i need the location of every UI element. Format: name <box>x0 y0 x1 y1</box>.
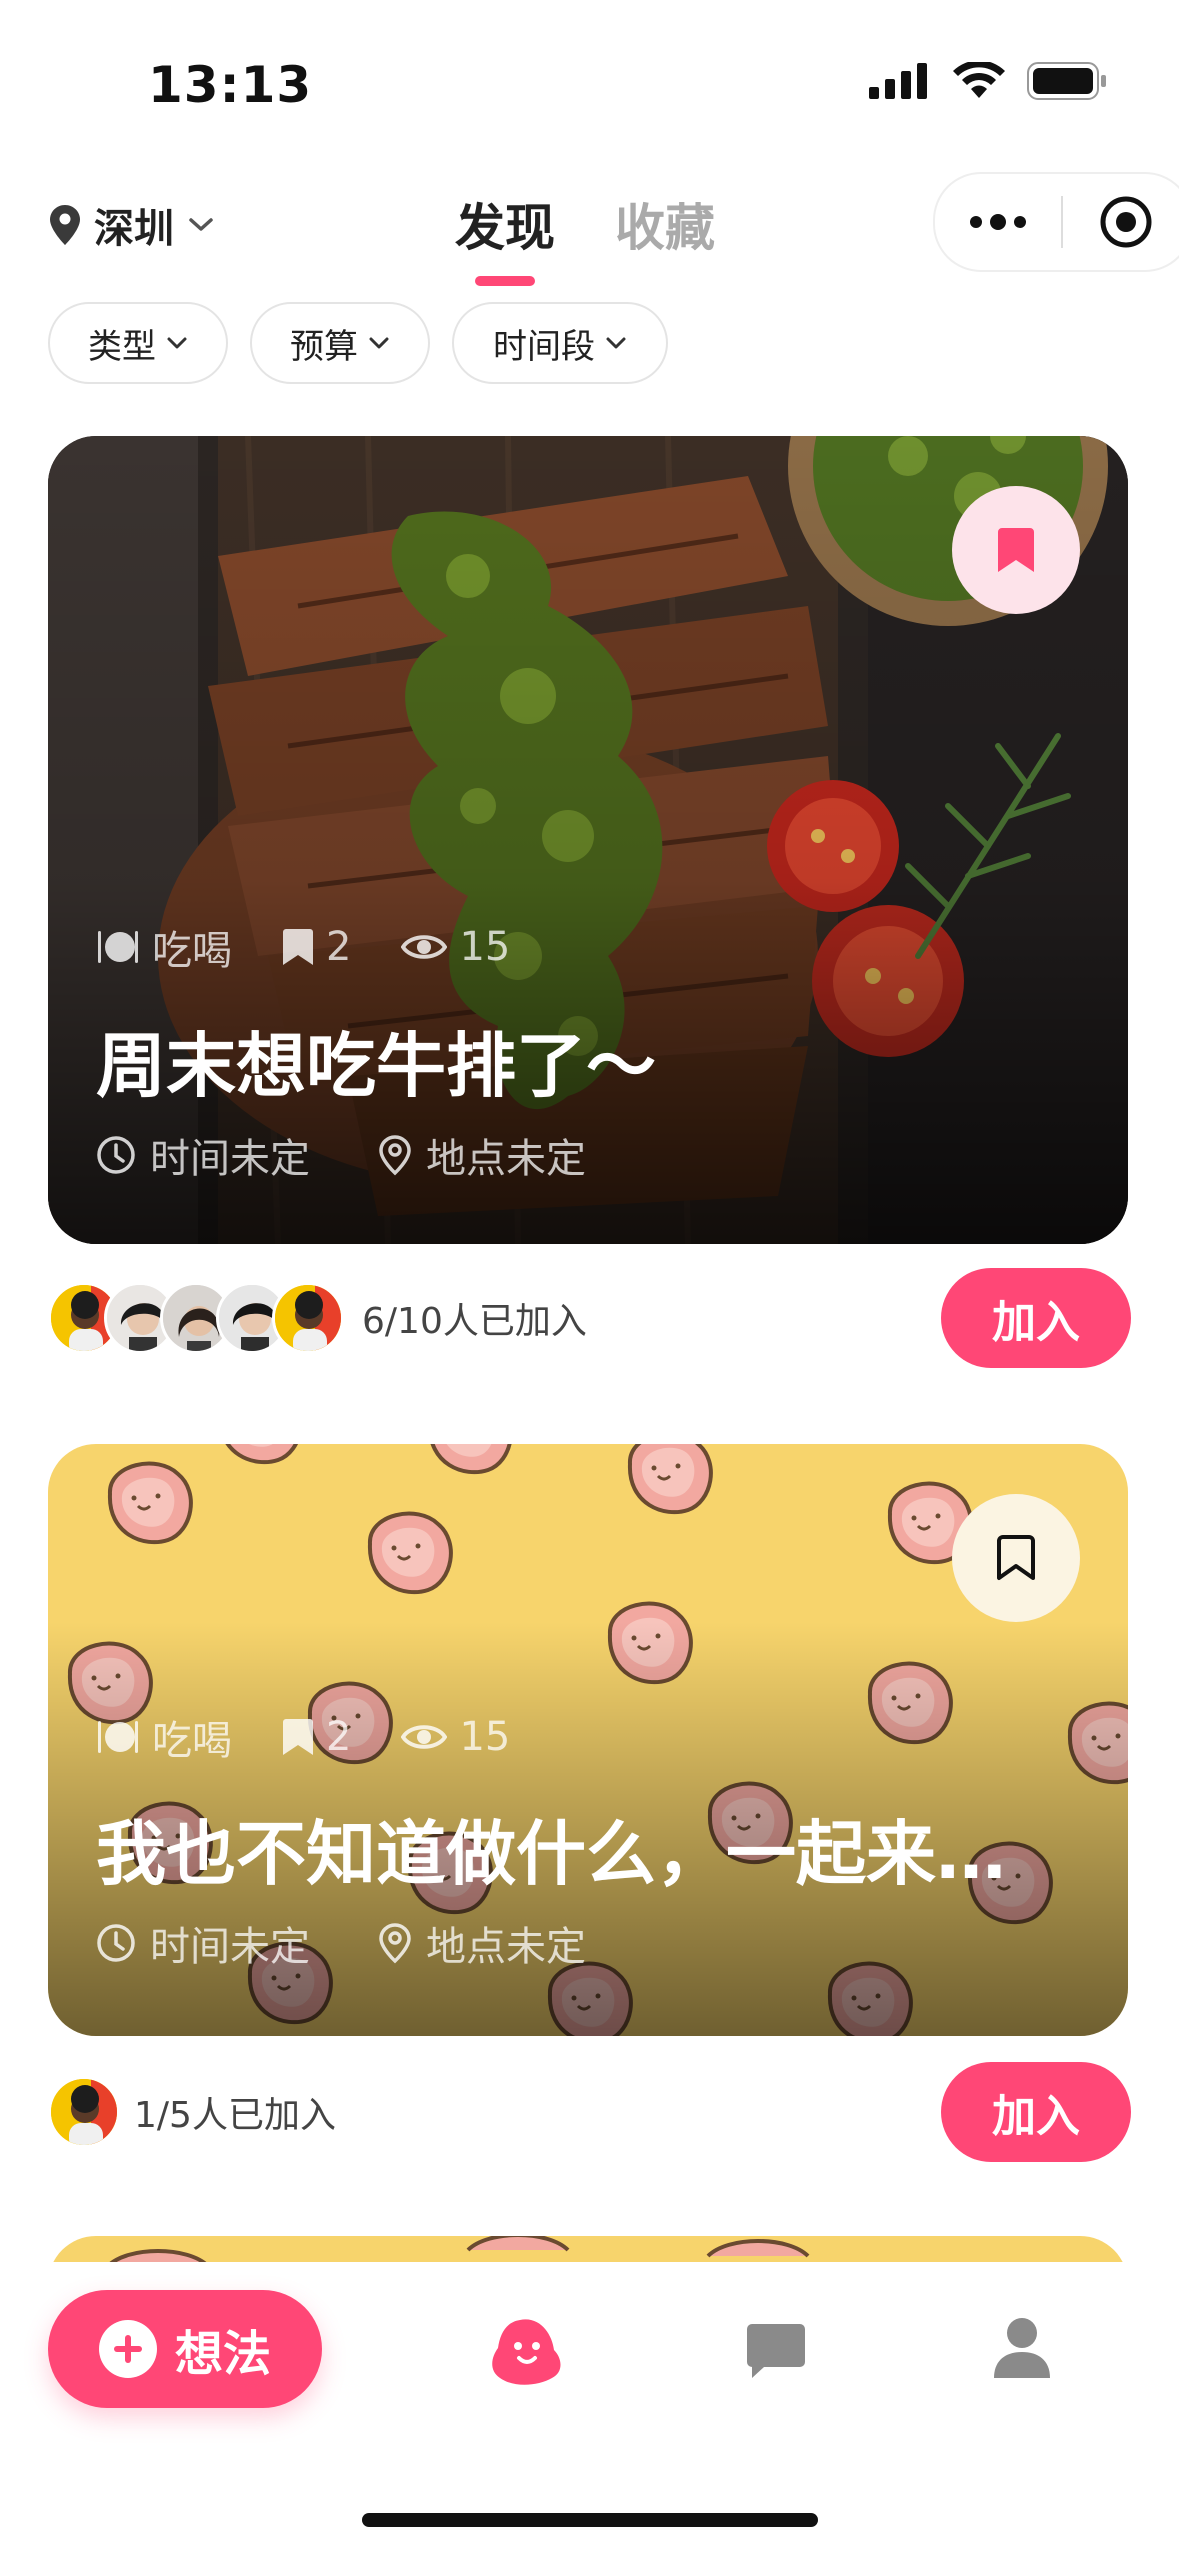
tab-discover-label: 发现 <box>455 199 555 257</box>
card-title: 周末想吃牛排了～ <box>96 1025 656 1107</box>
close-miniprogram-button[interactable] <box>1063 195 1179 249</box>
nav-messages[interactable] <box>746 2322 806 2384</box>
avatar <box>272 1282 344 1354</box>
card-info: 时间未定 地点未定 <box>96 1126 586 1184</box>
place-label: 地点未定 <box>426 1924 586 1970</box>
time-label: 时间未定 <box>150 1136 310 1182</box>
category-label: 吃喝 <box>152 928 232 974</box>
clock-icon <box>97 1136 135 1174</box>
bookmark-count-icon <box>283 929 313 965</box>
filter-type[interactable]: 类型 <box>48 302 228 384</box>
profile-icon <box>994 2318 1050 2378</box>
joined-count: 6/10人已加入 <box>362 1301 587 1342</box>
filter-budget[interactable]: 预算 <box>250 302 430 384</box>
view-count: 15 <box>459 1714 511 1760</box>
tab-favorites-label: 收藏 <box>615 199 715 257</box>
location-pin-icon <box>50 205 80 245</box>
avatar <box>48 2076 120 2148</box>
tab-favorites[interactable]: 收藏 <box>615 188 715 260</box>
participant-avatars[interactable]: 1/5人已加入 <box>48 2076 336 2148</box>
join-button[interactable]: 加入 <box>941 2062 1131 2162</box>
bookmark-filled-icon <box>998 528 1034 572</box>
card-meta: 吃喝 2 15 <box>96 918 510 976</box>
bookmark-count: 2 <box>326 924 352 970</box>
dot <box>1014 216 1026 228</box>
filter-time-slot-label: 时间段 <box>493 326 595 367</box>
chevron-down-icon <box>606 337 626 349</box>
eye-icon <box>401 935 448 959</box>
place-label: 地点未定 <box>426 1136 586 1182</box>
bookmark-button[interactable] <box>952 1494 1080 1622</box>
filter-budget-label: 预算 <box>290 326 358 367</box>
dining-icon <box>98 931 138 963</box>
dot <box>990 214 1006 230</box>
battery-icon <box>1027 62 1106 100</box>
chevron-down-icon <box>189 218 213 231</box>
dining-icon <box>98 1721 138 1753</box>
tab-active-indicator <box>475 276 535 286</box>
chevron-down-icon <box>167 337 187 349</box>
target-close-icon <box>1100 196 1152 248</box>
new-idea-label: 想法 <box>174 2326 271 2382</box>
filter-time-slot[interactable]: 时间段 <box>452 302 668 384</box>
bookmark-outline-icon <box>997 1535 1035 1580</box>
location-selector[interactable]: 深圳 <box>50 196 214 254</box>
chevron-down-icon <box>369 337 389 349</box>
top-tabs: 发现 收藏 <box>455 188 715 286</box>
view-count: 15 <box>459 924 511 970</box>
city-label: 深圳 <box>94 206 174 252</box>
activity-card[interactable]: 吃喝 2 15 周末想吃牛排了～ 时间未定 地点未定 <box>48 436 1128 1244</box>
card-info: 时间未定 地点未定 <box>96 1914 586 1972</box>
participant-avatars[interactable]: 6/10人已加入 <box>48 1282 587 1354</box>
miniprogram-capsule <box>933 172 1179 272</box>
category-label: 吃喝 <box>152 1718 232 1764</box>
new-idea-button[interactable]: 想法 <box>48 2290 322 2408</box>
wifi-icon <box>953 62 1005 98</box>
dot <box>970 216 982 228</box>
home-indicator <box>362 2513 818 2527</box>
more-options-button[interactable] <box>935 214 1061 230</box>
tab-discover[interactable]: 发现 <box>455 188 555 286</box>
eye-icon <box>401 1725 448 1749</box>
nav-profile[interactable] <box>992 2316 1052 2384</box>
time-label: 时间未定 <box>150 1924 310 1970</box>
bookmark-button[interactable] <box>952 486 1080 614</box>
status-icons <box>869 62 1107 100</box>
join-button[interactable]: 加入 <box>941 1268 1131 1368</box>
bookmark-count-icon <box>283 1719 313 1755</box>
nav-home[interactable] <box>490 2316 566 2392</box>
chat-bubble-icon <box>747 2324 805 2378</box>
blob-mascot-icon <box>492 2319 561 2385</box>
location-pin-outline-icon <box>379 1135 411 1176</box>
card-meta: 吃喝 2 15 <box>96 1708 510 1766</box>
status-time: 13:13 <box>148 56 313 114</box>
bookmark-count: 2 <box>326 1714 352 1760</box>
location-pin-outline-icon <box>379 1923 411 1964</box>
cellular-signal-icon <box>869 63 927 99</box>
filter-type-label: 类型 <box>88 326 156 367</box>
plus-icon <box>98 2320 157 2378</box>
card-title: 我也不知道做什么，一起来… <box>96 1813 1006 1895</box>
joined-count: 1/5人已加入 <box>134 2095 336 2136</box>
clock-icon <box>97 1924 135 1962</box>
activity-card[interactable]: 吃喝 2 15 我也不知道做什么，一起来… 时间未定 地点未定 <box>48 1444 1128 2036</box>
